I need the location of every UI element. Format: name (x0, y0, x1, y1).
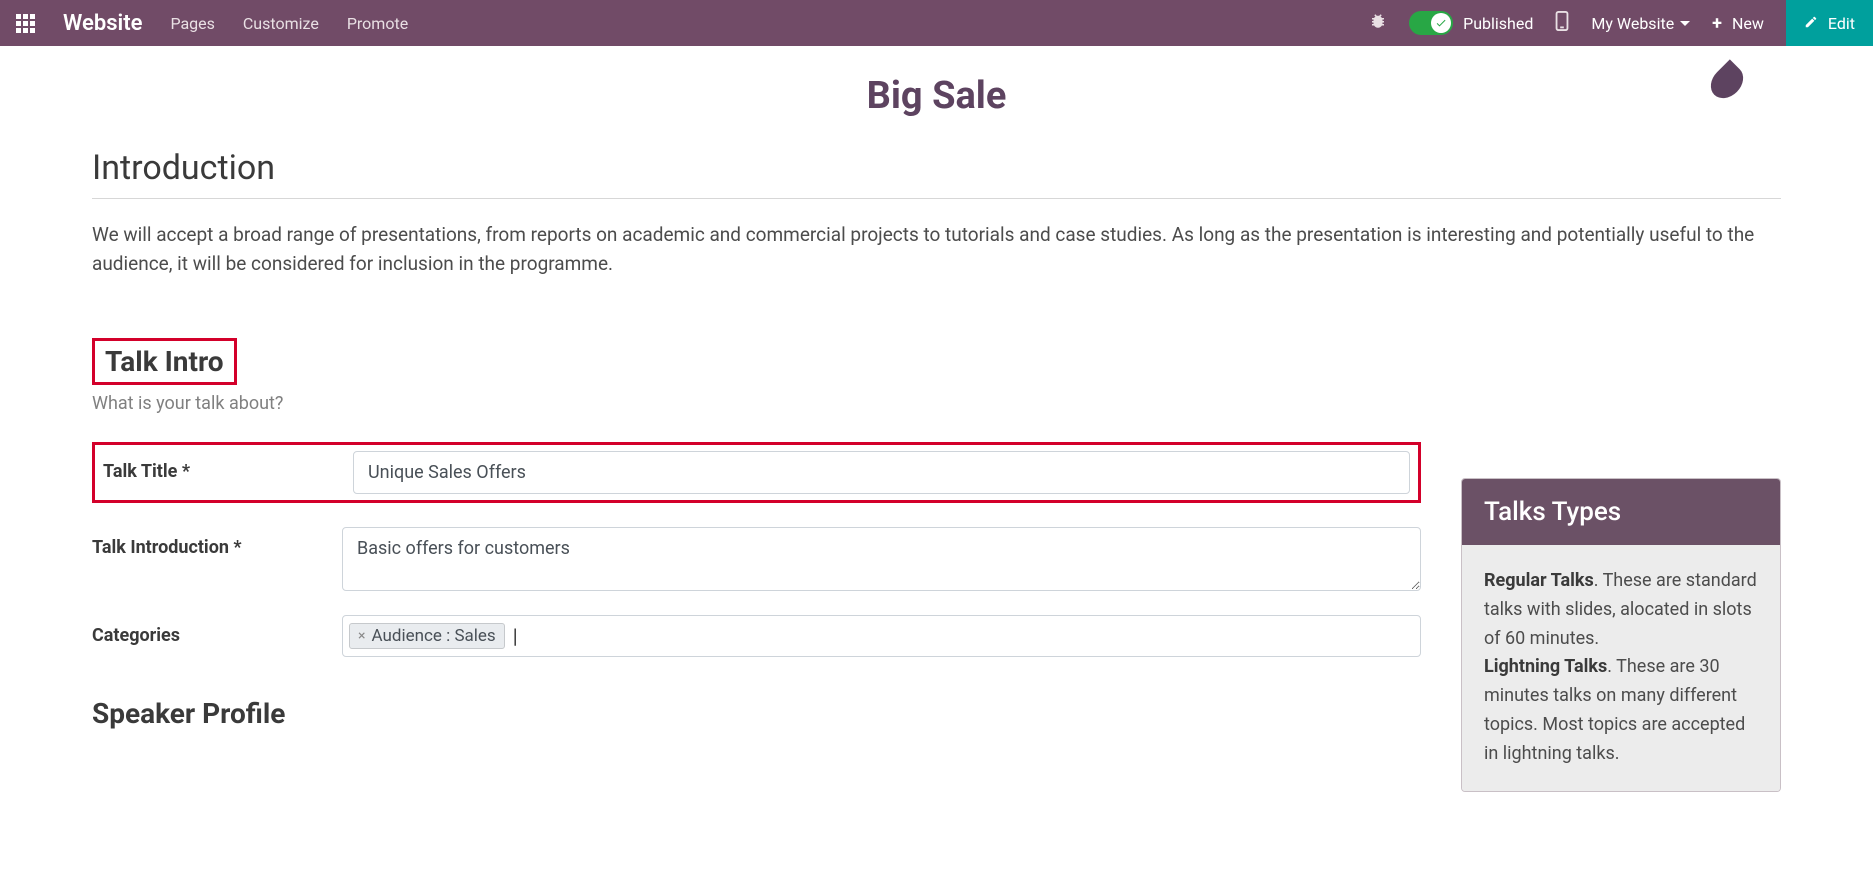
talk-title-input[interactable] (353, 451, 1410, 494)
my-website-dropdown[interactable]: My Website (1591, 14, 1690, 33)
published-label: Published (1463, 14, 1533, 33)
input-cursor: | (513, 624, 518, 648)
plus-icon: + (1712, 13, 1722, 34)
tag-text: Audience : Sales (371, 626, 495, 646)
page-title: Big Sale (0, 74, 1873, 118)
talk-introduction-input[interactable]: Basic offers for customers (342, 527, 1421, 591)
talk-intro-subheading: What is your talk about? (92, 393, 1421, 414)
mobile-preview-icon[interactable] (1555, 11, 1569, 35)
edit-label: Edit (1828, 14, 1855, 33)
remove-tag-icon[interactable]: × (358, 628, 365, 644)
edit-button[interactable]: Edit (1786, 0, 1873, 46)
talk-intro-heading: Talk Intro (105, 345, 224, 378)
introduction-heading: Introduction (92, 148, 1781, 188)
talk-intro-highlight: Talk Intro (92, 338, 237, 385)
top-navbar: Website Pages Customize Promote Publishe… (0, 0, 1873, 46)
nav-pages[interactable]: Pages (170, 14, 214, 33)
category-tag: × Audience : Sales (349, 623, 505, 649)
talks-types-card: Talks Types Regular Talks. These are sta… (1461, 478, 1781, 792)
new-label: New (1732, 14, 1764, 33)
speaker-profile-heading: Speaker Profile (92, 697, 1421, 730)
talk-introduction-label: Talk Introduction * (92, 527, 342, 558)
my-website-label: My Website (1591, 14, 1674, 33)
talks-types-header: Talks Types (1462, 479, 1780, 545)
nav-promote[interactable]: Promote (347, 14, 408, 33)
new-button[interactable]: + New (1712, 13, 1764, 34)
talk-introduction-row: Talk Introduction * Basic offers for cus… (92, 527, 1421, 591)
lightning-talks-label: Lightning Talks (1484, 656, 1607, 677)
nav-customize[interactable]: Customize (243, 14, 319, 33)
apps-grid-icon[interactable] (16, 14, 35, 33)
caret-down-icon (1680, 21, 1690, 26)
check-icon (1435, 17, 1447, 29)
categories-input[interactable]: × Audience : Sales | (342, 615, 1421, 657)
divider (92, 198, 1781, 199)
talk-title-label: Talk Title * (103, 451, 353, 482)
talk-title-row: Talk Title * (92, 442, 1421, 503)
pencil-icon (1804, 14, 1818, 33)
categories-label: Categories (92, 615, 342, 646)
toggle-switch-on[interactable] (1409, 11, 1453, 35)
regular-talks-label: Regular Talks (1484, 570, 1594, 591)
categories-row: Categories × Audience : Sales | (92, 615, 1421, 657)
bug-icon[interactable] (1369, 12, 1387, 34)
brand-label[interactable]: Website (63, 11, 142, 36)
introduction-text: We will accept a broad range of presenta… (92, 221, 1781, 278)
published-toggle[interactable]: Published (1409, 11, 1533, 35)
talks-types-body: Regular Talks. These are standard talks … (1462, 545, 1780, 791)
page-header: Big Sale (0, 46, 1873, 128)
